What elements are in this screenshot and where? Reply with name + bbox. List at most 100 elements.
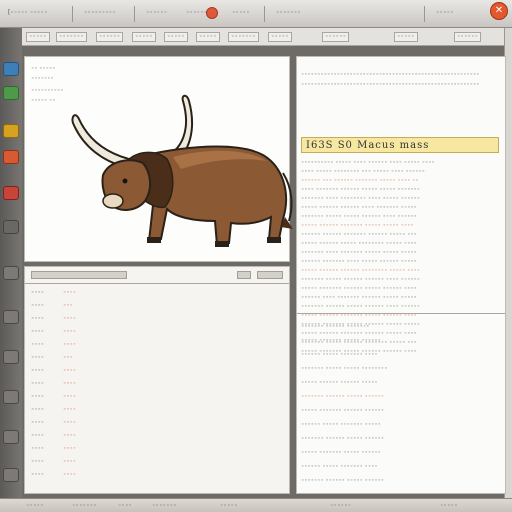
property-value[interactable]: ◦◦◦◦ bbox=[63, 432, 76, 440]
text-row: ◦◦◦◦◦◦ ◦◦◦◦◦◦◦ ◦◦◦◦ ◦◦◦◦◦ ◦◦◦◦◦◦ ◦◦◦◦◦ bbox=[301, 259, 417, 265]
record-icon[interactable] bbox=[206, 7, 218, 19]
property-value[interactable]: ◦◦◦◦ bbox=[63, 471, 76, 479]
menu-item-6[interactable]: ◦◦◦◦◦ bbox=[436, 9, 454, 19]
property-label: ◦◦◦◦ bbox=[31, 316, 44, 322]
menu-item-5[interactable]: ◦◦◦◦◦◦◦ bbox=[276, 9, 301, 19]
text-row: ◦◦◦◦◦◦◦ ◦◦◦◦◦◦ ◦◦◦◦◦ ◦◦◦◦◦◦ bbox=[301, 436, 385, 442]
text-row: ◦◦◦◦◦ ◦◦◦◦◦◦ ◦◦◦◦◦ ◦◦◦◦◦◦◦◦ ◦◦◦◦◦ ◦◦◦◦ bbox=[301, 241, 417, 247]
status-item: ◦◦◦◦◦ bbox=[26, 502, 44, 509]
pane-tab[interactable] bbox=[31, 271, 127, 279]
toolbar-button[interactable]: ◦◦◦◦◦ bbox=[132, 32, 156, 42]
status-item: ◦◦◦◦ bbox=[118, 502, 133, 509]
property-value[interactable]: ◦◦◦ bbox=[63, 354, 73, 362]
property-label: ◦◦◦◦ bbox=[31, 381, 44, 387]
text-row: ◦◦◦◦◦ ◦◦◦◦◦◦ ◦◦◦◦◦◦◦ ◦◦◦◦◦ ◦◦◦◦◦ ◦◦◦◦ bbox=[301, 223, 414, 229]
app-icon-terminal[interactable] bbox=[3, 186, 19, 200]
text-row: ◦◦◦◦◦◦◦◦◦◦ ◦◦◦◦◦ ◦◦◦◦ ◦◦◦◦◦◦ ◦◦◦◦ ◦◦◦◦◦ … bbox=[301, 160, 435, 166]
menu-separator bbox=[264, 6, 265, 22]
property-value[interactable]: ◦◦◦◦ bbox=[63, 341, 76, 349]
divider bbox=[297, 313, 505, 314]
property-value[interactable]: ◦◦◦ bbox=[63, 302, 73, 310]
text-row: ◦◦◦◦◦◦◦ ◦◦◦◦ ◦◦◦◦◦◦◦ ◦◦◦◦◦ ◦◦◦◦◦ ◦◦◦◦◦ bbox=[301, 250, 417, 256]
pane-text-line: ◦◦◦◦◦◦◦ bbox=[31, 76, 54, 82]
text-row: ◦◦◦◦◦◦ ◦◦◦◦◦ ◦◦◦◦◦◦◦ ◦◦◦◦ bbox=[301, 464, 378, 470]
menu-item-4[interactable]: ◦◦◦◦◦ bbox=[232, 9, 250, 19]
property-value[interactable]: ◦◦◦◦ bbox=[63, 289, 76, 297]
menu-item-2[interactable]: ◦◦◦◦◦◦ bbox=[146, 9, 167, 19]
text-row: ◦◦◦◦◦◦ ◦◦◦◦ ◦◦◦◦◦◦◦ ◦◦◦◦◦◦ ◦◦◦◦◦ ◦◦◦◦◦ bbox=[301, 295, 417, 301]
text-row: ◦◦◦◦ ◦◦◦◦◦ ◦◦◦◦◦◦◦◦ ◦◦◦ ◦◦◦◦◦ ◦◦◦◦ ◦◦◦◦◦… bbox=[301, 169, 426, 175]
property-label: ◦◦◦◦ bbox=[31, 407, 44, 413]
property-value[interactable]: ◦◦◦◦ bbox=[63, 419, 76, 427]
property-label: ◦◦◦◦ bbox=[31, 472, 44, 478]
status-bar: ◦◦◦◦◦ ◦◦◦◦◦◦◦ ◦◦◦◦ ◦◦◦◦◦◦◦ ◦◦◦◦◦ ◦◦◦◦◦◦ … bbox=[0, 498, 512, 512]
app-icon-browser[interactable] bbox=[3, 62, 19, 76]
text-row: ◦◦◦◦◦◦◦ ◦◦◦◦◦ ◦◦◦◦◦ ◦◦◦◦◦◦ ◦◦◦◦ ◦◦◦◦◦◦ bbox=[301, 214, 417, 220]
property-value[interactable]: ◦◦◦◦ bbox=[63, 458, 76, 466]
toolbar-button[interactable]: ◦◦◦◦◦◦◦ bbox=[228, 32, 259, 42]
text-row: ◦◦◦◦◦◦ ◦◦◦ ◦◦◦◦◦◦ ◦◦◦◦◦◦◦ ◦◦◦◦◦ ◦◦◦◦ ◦◦ bbox=[301, 178, 419, 184]
text-pane: ◦◦◦◦◦◦◦◦◦◦◦◦◦◦◦◦◦◦◦◦◦◦◦◦◦◦◦◦◦◦◦◦◦◦◦◦◦◦◦◦… bbox=[296, 56, 506, 494]
header-text: I63S S0 Macus mass bbox=[306, 140, 430, 151]
property-label: ◦◦◦◦ bbox=[31, 290, 44, 296]
property-value[interactable]: ◦◦◦◦ bbox=[63, 380, 76, 388]
property-label: ◦◦◦◦ bbox=[31, 368, 44, 374]
app-icon-generic[interactable] bbox=[3, 350, 19, 364]
toolbar-button[interactable]: ◦◦◦◦◦ bbox=[394, 32, 418, 42]
text-row: ◦◦◦◦◦ ◦◦◦◦◦◦◦ ◦◦◦◦◦ ◦◦◦◦◦◦ bbox=[301, 450, 381, 456]
property-label: ◦◦◦◦ bbox=[31, 446, 44, 452]
text-row: ◦◦◦◦◦ ◦◦◦◦◦◦◦ ◦◦◦◦◦◦ ◦◦◦◦◦ ◦◦◦◦◦◦ ◦◦◦◦ bbox=[301, 286, 417, 292]
app-icon-editor[interactable] bbox=[3, 124, 19, 138]
title-bar: [◦◦◦◦◦ ◦◦◦◦◦ ◦◦◦◦◦◦◦◦◦ ◦◦◦◦◦◦ ◦◦◦◦◦◦◦ ◦◦… bbox=[0, 0, 512, 28]
app-icon-generic[interactable] bbox=[3, 468, 19, 482]
pane-control[interactable] bbox=[237, 271, 251, 279]
text-row: ◦◦◦◦◦ ◦◦◦◦◦◦◦ ◦◦◦◦◦ ◦◦◦◦◦◦ bbox=[301, 338, 381, 344]
left-launcher bbox=[0, 28, 22, 498]
app-icon-generic[interactable] bbox=[3, 390, 19, 404]
text-row: ◦◦◦◦◦◦◦ ◦◦◦◦◦◦ ◦◦◦◦◦ ◦◦◦◦◦◦ bbox=[301, 394, 385, 400]
text-row: ◦◦◦◦◦ ◦◦◦◦◦◦◦ ◦◦◦◦◦◦ ◦◦◦◦◦◦ bbox=[301, 408, 385, 414]
status-item: ◦◦◦◦◦◦ bbox=[330, 502, 352, 509]
text-row: ◦◦◦◦◦◦◦ ◦◦◦◦◦◦ ◦◦◦◦◦◦◦ bbox=[301, 324, 370, 330]
property-value[interactable]: ◦◦◦◦ bbox=[63, 367, 76, 375]
property-value[interactable]: ◦◦◦◦ bbox=[63, 315, 76, 323]
text-row: ◦◦◦◦◦◦◦ ◦◦◦◦◦◦ ◦◦◦◦◦ ◦◦◦◦◦◦ bbox=[301, 478, 385, 484]
text-row: ◦◦◦◦ ◦◦◦◦◦◦◦ ◦◦◦◦◦◦ ◦◦◦◦◦ ◦◦◦◦◦ ◦◦◦◦◦◦◦ bbox=[301, 187, 421, 193]
app-icon-files[interactable] bbox=[3, 86, 19, 100]
status-item: ◦◦◦◦◦ bbox=[440, 502, 458, 509]
property-label: ◦◦◦◦ bbox=[31, 420, 44, 426]
app-icon-settings[interactable] bbox=[3, 220, 19, 234]
property-label: ◦◦◦◦ bbox=[31, 433, 44, 439]
toolbar-button[interactable]: ◦◦◦◦◦ bbox=[196, 32, 220, 42]
toolbar-button[interactable]: ◦◦◦◦◦◦◦ bbox=[56, 32, 87, 42]
pane-control[interactable] bbox=[257, 271, 283, 279]
pane-text-line: ◦◦ ◦◦◦◦◦ bbox=[31, 66, 56, 72]
toolbar-button[interactable]: ◦◦◦◦◦ bbox=[164, 32, 188, 42]
toolbar-button[interactable]: ◦◦◦◦◦◦ bbox=[454, 32, 482, 42]
property-value[interactable]: ◦◦◦◦ bbox=[63, 328, 76, 336]
text-row: ◦◦◦◦◦ ◦◦◦◦◦◦ ◦◦◦◦◦◦ ◦◦◦◦◦◦◦◦ ◦◦◦◦◦ ◦◦◦◦ bbox=[301, 268, 421, 274]
text-row: ◦◦◦◦◦◦ ◦◦◦◦◦◦ ◦◦◦◦◦◦◦ ◦◦◦◦◦◦ ◦◦◦◦◦ ◦◦◦ bbox=[301, 232, 417, 238]
menu-item-1[interactable]: ◦◦◦◦◦◦◦◦◦ bbox=[84, 9, 116, 19]
properties-pane: ◦◦◦◦ ◦◦◦◦ ◦◦◦◦ ◦◦◦ ◦◦◦◦ ◦◦◦◦ ◦◦◦◦ ◦◦◦◦ ◦◦◦◦ ◦◦◦◦ ◦… bbox=[24, 266, 290, 494]
right-top-line: ◦◦◦◦◦◦◦◦◦◦◦◦◦◦◦◦◦◦◦◦◦◦◦◦◦◦◦◦◦◦◦◦◦◦◦◦◦◦◦◦… bbox=[301, 82, 480, 88]
close-button[interactable]: ✕ bbox=[490, 2, 508, 20]
toolbar-button[interactable]: ◦◦◦◦◦ bbox=[26, 32, 50, 42]
property-value[interactable]: ◦◦◦◦ bbox=[63, 406, 76, 414]
menu-item-0[interactable]: [◦◦◦◦◦ ◦◦◦◦◦ bbox=[8, 9, 48, 19]
toolbar-button[interactable]: ◦◦◦◦◦◦ bbox=[322, 32, 350, 42]
property-value[interactable]: ◦◦◦◦ bbox=[63, 445, 76, 453]
app-icon-generic[interactable] bbox=[3, 430, 19, 444]
app-icon-media[interactable] bbox=[3, 150, 19, 164]
toolbar-button[interactable]: ◦◦◦◦◦◦ bbox=[96, 32, 124, 42]
menu-separator bbox=[134, 6, 135, 22]
app-icon-generic[interactable] bbox=[3, 310, 19, 324]
toolbar-button[interactable]: ◦◦◦◦◦ bbox=[268, 32, 292, 42]
text-row: ◦◦◦◦◦◦ ◦◦◦◦◦ ◦◦◦◦◦◦◦ ◦◦◦◦◦ bbox=[301, 422, 381, 428]
text-row: ◦◦◦◦◦ ◦◦◦◦◦◦ ◦◦◦◦◦◦ ◦◦◦◦ ◦◦◦◦◦◦◦ ◦◦◦◦◦ bbox=[301, 205, 417, 211]
property-value[interactable]: ◦◦◦◦ bbox=[63, 393, 76, 401]
property-label: ◦◦◦◦ bbox=[31, 303, 44, 309]
app-icon-generic[interactable] bbox=[3, 266, 19, 280]
menu-separator bbox=[72, 6, 73, 22]
status-item: ◦◦◦◦◦◦◦ bbox=[152, 502, 177, 509]
